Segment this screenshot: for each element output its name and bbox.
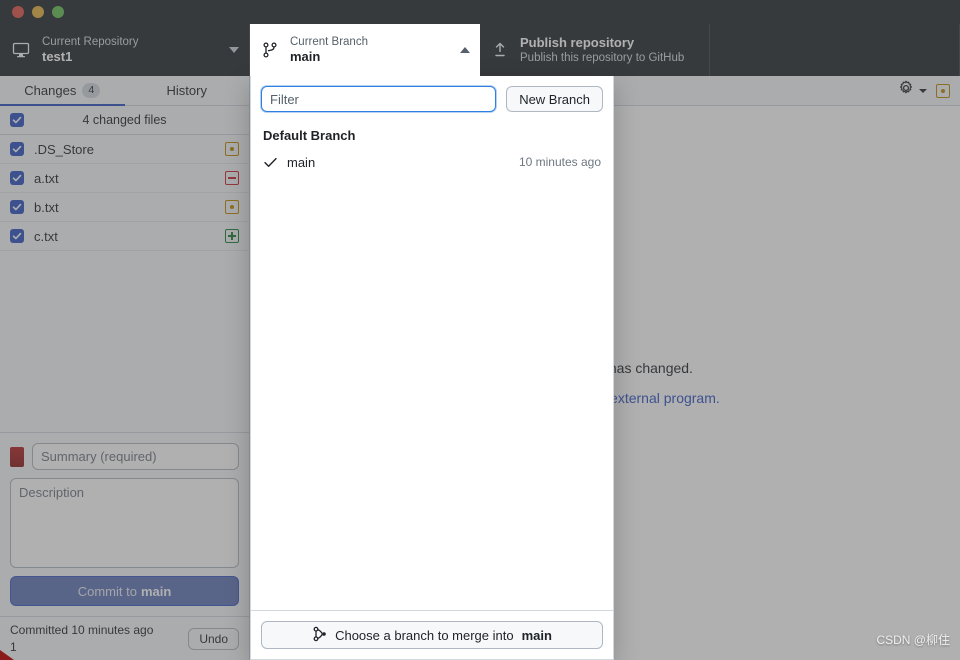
sidebar-tabs: Changes 4 History [0,76,249,106]
upload-icon [492,41,508,59]
commit-button[interactable]: Commit to main [10,576,239,606]
commit-button-prefix: Commit to [77,583,137,599]
branch-filter-row: New Branch [251,76,613,122]
minimize-button[interactable] [32,6,44,18]
list-item[interactable]: c.txt [0,222,249,251]
current-branch-value: main [290,49,321,65]
tab-history[interactable]: History [125,76,250,105]
toolbar-spacer [710,24,960,76]
commit-status: Committed 10 minutes ago 1 [10,622,180,654]
file-name: b.txt [34,199,59,215]
deleted-status-icon [225,171,239,185]
close-button[interactable] [12,6,24,18]
changed-files-header: 4 changed files [0,106,249,135]
github-desktop-window: Current Repository test1 Publish reposit… [0,0,960,660]
chevron-up-icon [460,47,470,53]
summary-row [10,443,239,470]
file-name: c.txt [34,228,58,244]
changed-files-list: .DS_Store a.txt b.txt c.txt [0,135,249,251]
sidebar: Changes 4 History 4 changed files .DS_St… [0,76,250,660]
branch-name: main [287,154,316,170]
merge-button-branch: main [521,627,552,643]
summary-input[interactable] [32,443,239,470]
branch-timestamp: 10 minutes ago [518,155,601,169]
sidebar-footer: Committed 10 minutes ago 1 Undo [0,616,249,660]
list-item[interactable]: b.txt [0,193,249,222]
watermark: CSDN @柳住 [876,633,950,647]
new-branch-button[interactable]: New Branch [506,86,603,112]
default-branch-section-title: Default Branch [263,128,356,143]
file-checkbox[interactable] [10,171,24,185]
tab-changes-badge: 4 [82,82,101,99]
publish-subtitle: Publish this repository to GitHub [520,51,685,64]
merge-button-prefix: Choose a branch to merge into [335,627,514,643]
list-item[interactable]: .DS_Store [0,135,249,164]
current-branch-button-open[interactable]: Current Branch main [250,24,480,76]
current-repository-button[interactable]: Current Repository test1 [0,24,250,76]
diff-options-button[interactable] [898,80,928,101]
commit-area: Commit to main [0,432,249,616]
branch-list: main 10 minutes ago [251,147,613,610]
commit-status-line1: Committed 10 minutes ago [10,623,154,638]
tab-history-label: History [166,83,207,98]
branch-dropdown-panel: New Branch Default Branch main 10 minute… [250,76,614,660]
gear-icon [898,80,914,101]
modified-status-icon [225,200,239,214]
file-checkbox[interactable] [10,229,24,243]
check-icon [263,157,277,168]
description-input[interactable] [10,478,239,568]
file-name: .DS_Store [34,141,94,157]
publish-repository-button[interactable]: Publish repository Publish this reposito… [480,24,710,76]
tab-changes[interactable]: Changes 4 [0,76,125,106]
zoom-button[interactable] [52,6,64,18]
tab-changes-label: Changes [24,83,77,98]
toolbar: Current Repository test1 Publish reposit… [0,24,960,76]
list-item[interactable]: a.txt [0,164,249,193]
branch-filter-input[interactable] [261,86,497,112]
changed-files-count: 4 changed files [82,113,167,127]
branch-dropdown-footer: Choose a branch to merge into main [251,610,613,659]
chevron-down-icon [229,47,239,53]
list-item[interactable]: main 10 minutes ago [251,147,613,177]
chevron-down-icon [918,82,928,100]
traffic-lights [12,6,64,18]
undo-button[interactable]: Undo [188,627,239,650]
merge-branch-button[interactable]: Choose a branch to merge into main [261,621,603,649]
desktop-monitor-icon [12,41,30,59]
current-branch-label: Current Branch [290,35,368,48]
file-name: a.txt [34,170,59,186]
file-checkbox[interactable] [10,200,24,214]
new-status-icon [225,229,239,243]
modified-status-icon [936,83,950,98]
git-merge-icon [312,626,327,645]
title-bar [0,0,960,24]
publish-title: Publish repository [520,34,635,50]
git-branch-icon [262,41,278,59]
modified-status-icon [225,142,239,156]
current-repository-value: test1 [42,49,73,65]
avatar [10,446,24,467]
file-checkbox[interactable] [10,142,24,156]
commit-status-line2: 1 [10,639,17,654]
current-repository-label: Current Repository [42,35,139,48]
commit-button-branch: main [140,583,172,599]
